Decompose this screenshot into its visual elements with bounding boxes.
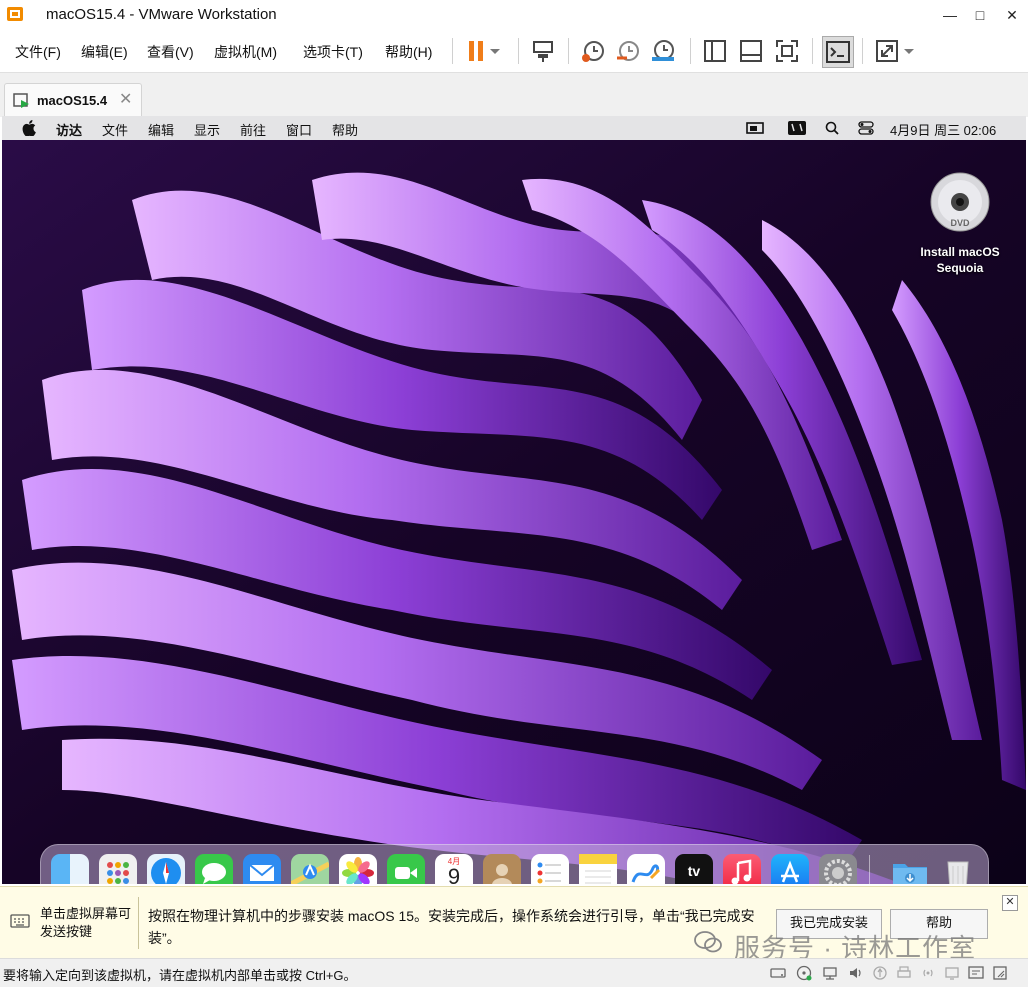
toolbar-divider (452, 38, 453, 64)
toolbar-divider (812, 38, 813, 64)
mac-menu-edit[interactable]: 编辑 (148, 120, 174, 139)
mac-menu-help[interactable]: 帮助 (332, 120, 358, 139)
hint-keyboard-text: 单击虚拟屏幕可发送按键 (40, 906, 132, 939)
snapshot-revert-icon[interactable] (615, 38, 641, 64)
window-title: macOS15.4 - VMware Workstation (46, 6, 277, 23)
window-titlebar: macOS15.4 - VMware Workstation — □ ✕ (0, 0, 1028, 30)
wechat-icon (694, 931, 722, 953)
dock-divider (869, 855, 870, 884)
toolbar-divider (690, 38, 691, 64)
toolbar-divider (568, 38, 569, 64)
macos-dock: 4月 9 tv (40, 844, 989, 884)
snapshot-manager-icon[interactable] (650, 38, 676, 64)
launchpad-icon[interactable] (99, 854, 137, 884)
spotlight-search-icon[interactable] (825, 121, 839, 135)
sound-icon[interactable] (848, 965, 864, 981)
vmware-logo-icon (7, 7, 23, 21)
menu-view[interactable]: 查看(V) (147, 42, 194, 62)
macos-desktop[interactable]: DVD Install macOS Sequoia 4月 9 tv (2, 140, 1026, 884)
pause-icon[interactable] (464, 38, 490, 64)
safari-icon[interactable] (147, 854, 185, 884)
tab-macos[interactable]: macOS15.4 ✕ (4, 83, 142, 118)
menu-help[interactable]: 帮助(H) (385, 42, 432, 62)
mac-clock[interactable]: 4月9日 周三 02:06 (890, 120, 996, 139)
vm-tab-strip: macOS15.4 ✕ (0, 72, 1028, 118)
tab-label: macOS15.4 (37, 93, 108, 108)
snapshot-take-icon[interactable] (580, 38, 606, 64)
view-thumbnail-icon[interactable] (738, 38, 764, 64)
freeform-icon[interactable] (627, 854, 665, 884)
finder-icon[interactable] (51, 854, 89, 884)
dvd-text: DVD (950, 218, 970, 228)
resize-grip-icon[interactable] (992, 965, 1008, 981)
apple-icon[interactable] (22, 120, 36, 136)
dvd-label-line1: Install macOS (920, 245, 1000, 259)
maximize-button[interactable]: □ (966, 4, 994, 26)
messages-icon[interactable] (195, 854, 233, 884)
control-center-icon[interactable] (858, 121, 874, 135)
mac-menu-view[interactable]: 显示 (194, 120, 220, 139)
menu-tabs[interactable]: 选项卡(T) (303, 42, 363, 62)
appletv-text: tv (687, 863, 701, 879)
downloads-folder-icon[interactable] (891, 854, 929, 884)
calendar-icon[interactable]: 4月 9 (435, 854, 473, 884)
screen-mirroring-icon[interactable] (746, 121, 764, 135)
mac-menu-file[interactable]: 文件 (102, 120, 128, 139)
toolbar-divider (518, 38, 519, 64)
menu-edit[interactable]: 编辑(E) (81, 42, 128, 62)
input-method-icon[interactable] (786, 119, 808, 137)
hint-close-icon[interactable]: ✕ (1002, 895, 1018, 911)
hint-message: 按照在物理计算机中的步骤安装 macOS 15。安装完成后，操作系统会进行引导，… (148, 908, 755, 946)
display-icon[interactable] (944, 965, 960, 981)
macos-menubar: 访达 文件 编辑 显示 前往 窗口 帮助 4月9日 周三 02:06 (2, 116, 1026, 140)
close-button[interactable]: ✕ (998, 4, 1026, 26)
install-dvd-icon[interactable]: DVD (930, 172, 990, 232)
status-text: 要将输入定向到该虚拟机，请在虚拟机内部单击或按 Ctrl+G。 (3, 968, 357, 983)
mac-menu-finder[interactable]: 访达 (56, 120, 82, 139)
keyboard-icon (10, 914, 30, 928)
cd-dvd-icon[interactable] (796, 965, 812, 981)
maps-icon[interactable] (289, 854, 331, 884)
fullscreen-icon[interactable] (774, 38, 800, 64)
stretch-icon[interactable] (874, 38, 900, 64)
status-bar: 要将输入定向到该虚拟机，请在虚拟机内部单击或按 Ctrl+G。 (0, 958, 1028, 987)
network-icon[interactable] (822, 965, 838, 981)
printer-icon[interactable] (896, 965, 912, 981)
facetime-icon[interactable] (387, 854, 425, 884)
appletv-icon[interactable]: tv (675, 854, 713, 884)
console-icon[interactable] (822, 36, 854, 68)
toolbar-divider (862, 38, 863, 64)
mac-menu-go[interactable]: 前往 (240, 120, 266, 139)
dropdown-icon[interactable] (902, 38, 916, 64)
photos-icon[interactable] (339, 854, 377, 884)
wireless-icon[interactable] (920, 965, 936, 981)
install-dvd-label[interactable]: Install macOS Sequoia (900, 244, 1020, 276)
mail-icon[interactable] (243, 854, 281, 884)
wallpaper (2, 140, 1026, 884)
vm-screen[interactable]: 访达 文件 编辑 显示 前往 窗口 帮助 4月9日 周三 02:06 DVD I… (2, 116, 1026, 884)
usb-icon[interactable] (872, 965, 888, 981)
contacts-icon[interactable] (483, 854, 521, 884)
notes-icon[interactable] (579, 854, 617, 884)
view-library-icon[interactable] (702, 38, 728, 64)
appstore-icon[interactable] (771, 854, 809, 884)
hint-divider (138, 897, 139, 949)
calendar-day: 9 (447, 864, 461, 884)
minimize-button[interactable]: — (936, 4, 964, 26)
trash-icon[interactable] (939, 854, 977, 884)
mac-menu-window[interactable]: 窗口 (286, 120, 312, 139)
dvd-label-line2: Sequoia (936, 261, 984, 275)
dropdown-icon[interactable] (488, 38, 502, 64)
vm-icon (13, 93, 29, 108)
tab-close-icon[interactable]: ✕ (119, 89, 132, 109)
send-ctrl-alt-del-icon[interactable] (530, 38, 556, 64)
hard-disk-icon[interactable] (770, 965, 786, 981)
menu-vm[interactable]: 虚拟机(M) (214, 42, 277, 62)
menu-toolbar: 文件(F) 编辑(E) 查看(V) 虚拟机(M) 选项卡(T) 帮助(H) (0, 30, 1028, 72)
menu-file[interactable]: 文件(F) (15, 42, 61, 62)
settings-icon[interactable] (819, 854, 857, 884)
reminders-icon[interactable] (531, 854, 569, 884)
message-log-icon[interactable] (968, 965, 984, 981)
music-icon[interactable] (723, 854, 761, 884)
